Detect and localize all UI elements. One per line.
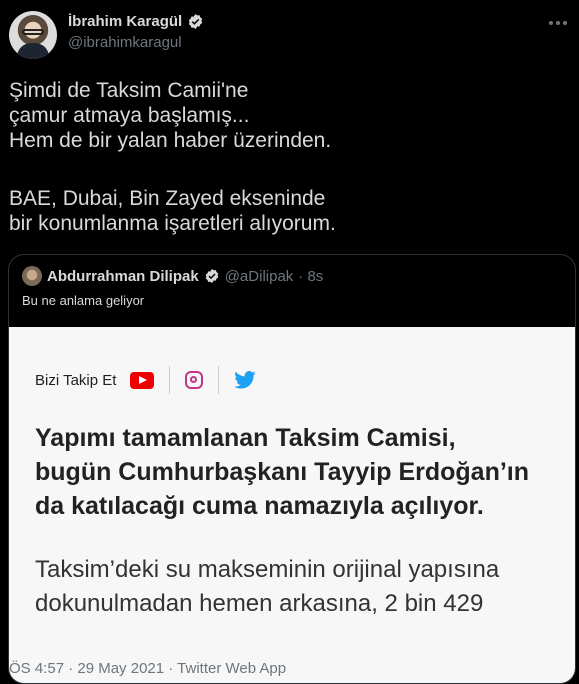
follow-us-label: Bizi Takip Et bbox=[35, 371, 117, 389]
quoted-tweet-header: Abdurrahman Dilipak @aDilipak · 8s bbox=[22, 266, 323, 286]
tweet-header: İbrahim Karagül @ibrahimkaragul bbox=[9, 11, 579, 59]
body-line: Taksim’deki su makseminin orijinal yapıs… bbox=[35, 556, 500, 583]
author-name[interactable]: İbrahim Karagül bbox=[68, 13, 182, 30]
divider bbox=[169, 366, 171, 394]
headline-line: bugün Cumhurbaşkanı Tayyip Erdoğan’ın bbox=[35, 458, 530, 486]
quoted-tweet-text: Bu ne anlama geliyor bbox=[22, 293, 145, 308]
tweet-meta[interactable]: ÖS 4:57 · 29 May 2021 · Twitter Web App bbox=[9, 660, 286, 677]
avatar-suit bbox=[17, 43, 49, 59]
headline-line: da katılacağı cuma namazıyla açılıyor. bbox=[35, 492, 484, 520]
quoted-author-name: Abdurrahman Dilipak bbox=[47, 267, 199, 285]
author-name-row[interactable]: İbrahim Karagül bbox=[68, 13, 204, 30]
tweet-line: bir konumlanma işaretleri alıyorum. bbox=[9, 212, 336, 235]
divider bbox=[218, 366, 220, 394]
verified-icon bbox=[189, 14, 203, 29]
tweet-line: çamur atmaya başlamış... bbox=[9, 104, 250, 127]
tweet-line: Hem de bir yalan haber üzerinden. bbox=[9, 129, 332, 152]
tweet-line: Şimdi de Taksim Camii'ne bbox=[9, 79, 249, 102]
twitter-bird-icon bbox=[234, 371, 257, 389]
more-options-icon[interactable] bbox=[546, 13, 570, 33]
headline-line: Yapımı tamamlanan Taksim Camisi, bbox=[35, 424, 456, 452]
body-line: dokunulmadan hemen arkasına, 2 bin 429 bbox=[35, 590, 484, 617]
verified-icon bbox=[205, 269, 218, 283]
instagram-icon bbox=[185, 371, 204, 389]
article-headline: Yapımı tamamlanan Taksim Camisi, bugün C… bbox=[35, 421, 565, 523]
quoted-author-avatar bbox=[22, 266, 42, 286]
youtube-icon bbox=[130, 371, 155, 389]
quoted-tweet[interactable]: Abdurrahman Dilipak @aDilipak · 8s Bu ne… bbox=[8, 254, 576, 684]
tweet-text: Şimdi de Taksim Camii'ne çamur atmaya ba… bbox=[9, 78, 569, 236]
quoted-tweet-time: · 8s bbox=[298, 267, 324, 285]
follow-us-row: Bizi Takip Et bbox=[35, 365, 257, 395]
quoted-author-handle: @aDilipak bbox=[224, 267, 294, 285]
author-avatar[interactable] bbox=[9, 11, 57, 59]
tweet-line: BAE, Dubai, Bin Zayed ekseninde bbox=[9, 187, 326, 210]
quoted-tweet-image[interactable]: Bizi Takip Et Yapımı tamamlanan Taksim C… bbox=[9, 327, 575, 683]
author-handle[interactable]: @ibrahimkaragul bbox=[68, 34, 182, 51]
avatar-glasses bbox=[22, 29, 44, 35]
article-body: Taksim’deki su makseminin orijinal yapıs… bbox=[35, 553, 575, 621]
